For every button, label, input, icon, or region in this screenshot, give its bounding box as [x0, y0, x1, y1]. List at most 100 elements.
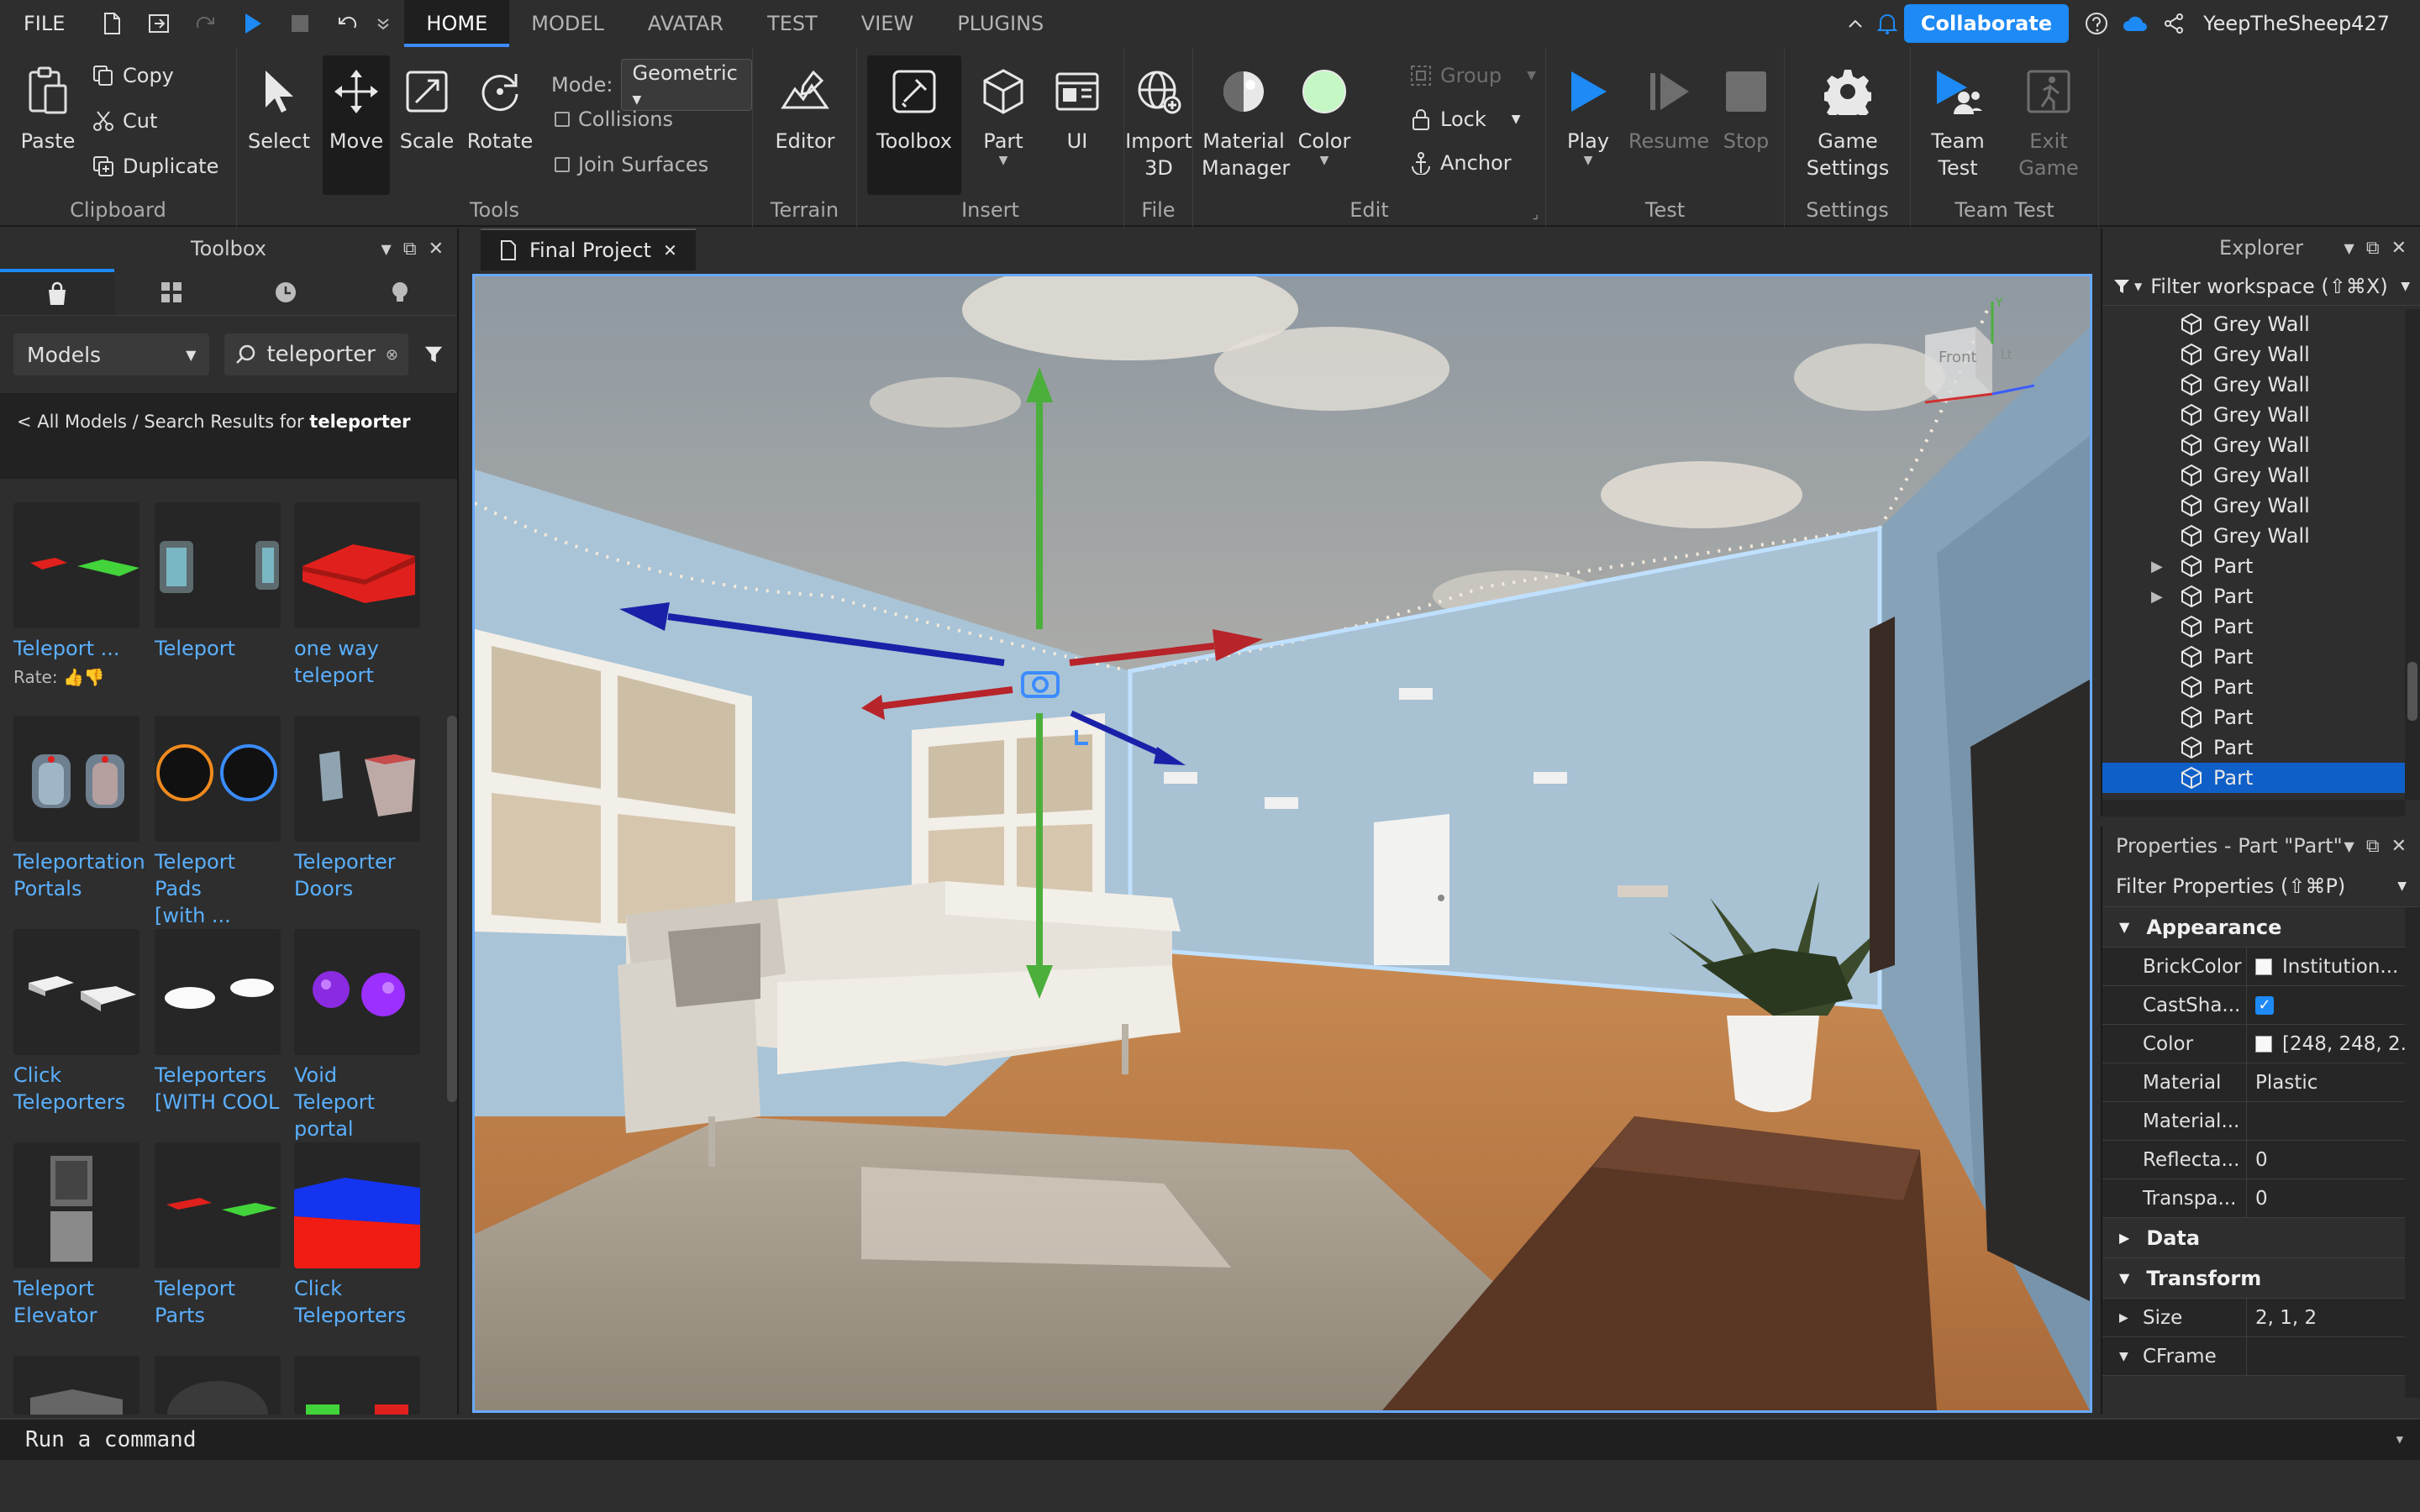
toolbox-item[interactable]: Teleporter Doors [294, 716, 420, 902]
copy-button[interactable]: Copy [92, 64, 174, 87]
tab-creations[interactable] [343, 269, 457, 315]
properties-scrollbar[interactable] [2405, 907, 2420, 1398]
notification-bell-icon[interactable] [1870, 0, 1904, 47]
group-button[interactable]: Group ▼ [1410, 64, 1536, 87]
toolbox-button[interactable]: Toolbox [867, 55, 961, 195]
toolbox-item[interactable]: Click Teleporters [13, 929, 139, 1116]
color-dropdown-chevron-icon[interactable]: ▼ [1291, 155, 1358, 166]
explorer-item[interactable]: Grey Wall [2102, 491, 2420, 521]
scale-button[interactable]: Scale [393, 55, 460, 155]
thumbs-up-icon[interactable]: 👍 [63, 667, 84, 687]
mode-dropdown[interactable]: Geometric ▼ [621, 59, 752, 111]
filter-options-chevron-icon[interactable]: ▼ [2397, 879, 2407, 893]
toolbox-item[interactable]: Teleport [155, 502, 281, 662]
collisions-toggle[interactable]: Collisions [555, 108, 673, 131]
property-value[interactable]: ✓ [2247, 995, 2420, 1015]
panel-menu-chevron-icon[interactable]: ▼ [2344, 838, 2354, 854]
ui-button[interactable]: UI [1044, 55, 1111, 155]
explorer-item[interactable]: ▶ Part [2102, 581, 2420, 612]
explorer-item[interactable]: Part [2102, 732, 2420, 763]
tab-inventory[interactable] [114, 269, 229, 315]
terrain-editor-button[interactable]: Editor [765, 55, 845, 155]
explorer-scrollbar[interactable] [2405, 309, 2420, 800]
material-manager-button[interactable]: Material Manager [1202, 55, 1290, 181]
explorer-item[interactable]: Grey Wall [2102, 309, 2420, 339]
collaborate-button[interactable]: Collaborate [1903, 4, 2070, 43]
toolbox-scrollbar[interactable] [447, 716, 457, 1102]
property-row[interactable]: Transpa... 0 [2102, 1179, 2420, 1218]
part-dropdown-chevron-icon[interactable]: ▼ [970, 155, 1037, 166]
3d-viewport[interactable]: Front Lt Y [472, 274, 2092, 1413]
tab-plugins[interactable]: PLUGINS [935, 0, 1065, 47]
property-row[interactable]: Color [248, 248, 2... [2102, 1024, 2420, 1063]
redo-icon[interactable] [182, 0, 229, 47]
command-input[interactable]: Run a command [25, 1427, 197, 1452]
property-row[interactable]: BrickColor Institution... [2102, 947, 2420, 986]
join-surfaces-toggle[interactable]: Join Surfaces [555, 153, 708, 176]
property-row[interactable]: Material Plastic [2102, 1063, 2420, 1102]
stop-icon[interactable] [276, 0, 324, 47]
more-chevron-icon[interactable] [371, 0, 396, 47]
explorer-filter[interactable]: ▼ Filter workspace (⇧⌘X) ▼ [2102, 267, 2420, 306]
file-menu[interactable]: FILE [0, 0, 88, 47]
property-value[interactable]: 0 [2247, 1188, 2420, 1210]
size-value[interactable]: 2, 1, 2 [2255, 1307, 2317, 1329]
property-row[interactable]: CastSha... ✓ [2102, 985, 2420, 1025]
toolbox-item[interactable] [294, 1356, 420, 1415]
explorer-item[interactable]: Part [2102, 642, 2420, 672]
undock-icon[interactable]: ⧉ [2366, 238, 2380, 259]
explorer-item[interactable]: Grey Wall [2102, 521, 2420, 551]
cframe-property[interactable]: ▼ CFrame [2102, 1336, 2420, 1376]
property-value[interactable]: Plastic [2247, 1072, 2420, 1094]
tab-avatar[interactable]: AVATAR [626, 0, 745, 47]
toolbox-item[interactable] [155, 1356, 281, 1415]
command-history-chevron-icon[interactable]: ▼ [2396, 1433, 2403, 1446]
color-swatch[interactable] [2255, 1035, 2272, 1053]
team-test-button[interactable]: Team Test [1919, 55, 1996, 181]
explorer-item[interactable]: Grey Wall [2102, 460, 2420, 491]
tab-recent[interactable] [229, 269, 343, 315]
explorer-item[interactable]: Part [2102, 702, 2420, 732]
import-3d-button[interactable]: Import 3D [1121, 55, 1197, 181]
panel-menu-chevron-icon[interactable]: ▼ [2344, 240, 2354, 256]
toolbox-item[interactable]: one way teleport [294, 502, 420, 689]
view-cube[interactable]: Front Lt Y [1908, 297, 2035, 428]
explorer-item[interactable]: Grey Wall [2102, 370, 2420, 400]
transform-category[interactable]: ▼ Transform [2102, 1258, 2420, 1299]
cloud-icon[interactable] [2116, 0, 2154, 47]
undock-icon[interactable]: ⧉ [2366, 836, 2380, 857]
help-icon[interactable] [2077, 0, 2116, 47]
lock-button[interactable]: Lock ▼ [1410, 108, 1521, 131]
play-dropdown-chevron-icon[interactable]: ▼ [1555, 155, 1622, 166]
toolbox-item[interactable]: Void Teleport portal [294, 929, 420, 1142]
tab-marketplace[interactable] [0, 269, 114, 315]
play-button[interactable]: Play ▼ [1555, 55, 1622, 166]
collapse-ribbon-icon[interactable] [1840, 0, 1870, 47]
properties-filter[interactable]: Filter Properties (⇧⌘P) ▼ [2102, 865, 2420, 907]
username[interactable]: YeepTheSheep427 [2203, 12, 2390, 35]
toolbox-item[interactable]: Teleporters [WITH COOL [155, 929, 281, 1116]
duplicate-button[interactable]: Duplicate [92, 155, 218, 178]
tab-view[interactable]: VIEW [839, 0, 935, 47]
part-button[interactable]: Part ▼ [970, 55, 1037, 166]
close-icon[interactable]: ✕ [2391, 238, 2407, 259]
publish-icon[interactable] [135, 0, 182, 47]
property-value[interactable]: [248, 248, 2... [2247, 1033, 2420, 1055]
search-input[interactable]: teleporter ⊗ [224, 333, 408, 375]
filter-options-chevron-icon[interactable]: ▼ [2401, 280, 2410, 293]
tab-test[interactable]: TEST [745, 0, 839, 47]
property-row[interactable]: Reflecta... 0 [2102, 1140, 2420, 1179]
share-icon[interactable] [2154, 0, 2193, 47]
undo-icon[interactable] [324, 0, 371, 47]
play-icon[interactable] [229, 0, 276, 47]
close-tab-icon[interactable]: ✕ [663, 240, 677, 260]
explorer-item[interactable]: Part [2102, 763, 2420, 793]
tab-home[interactable]: HOME [404, 0, 510, 47]
anchor-button[interactable]: Anchor [1410, 151, 1512, 175]
move-button[interactable]: Move [323, 55, 390, 195]
property-row[interactable]: Material... [2102, 1101, 2420, 1141]
tab-model[interactable]: MODEL [509, 0, 626, 47]
explorer-item[interactable]: ▶ Part [2102, 551, 2420, 581]
new-file-icon[interactable] [88, 0, 135, 47]
close-icon[interactable]: ✕ [429, 239, 444, 260]
